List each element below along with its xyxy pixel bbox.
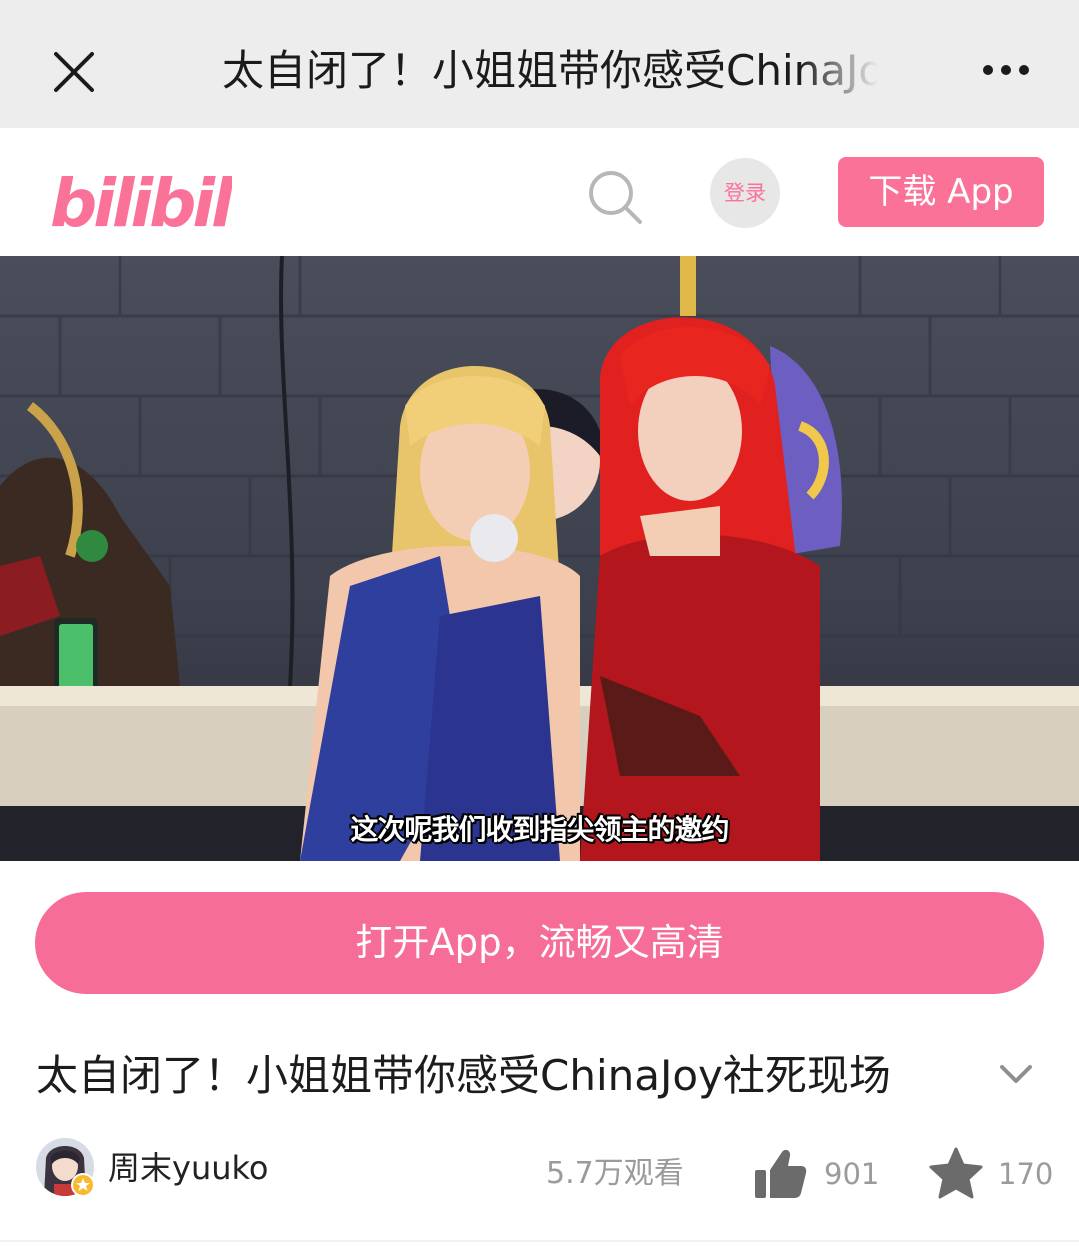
author-name[interactable]: 周末yuuko xyxy=(108,1148,268,1188)
wechat-top-bar: 太自闭了！小姐姐带你感受ChinaJoy社死现场 xyxy=(0,0,1079,128)
bilibili-logo-icon: bilibili xyxy=(50,165,258,242)
video-frame-image xyxy=(0,256,1079,861)
view-count: 5.7万观看 xyxy=(546,1156,684,1191)
search-icon xyxy=(589,171,642,224)
favorite-count: 170 xyxy=(998,1157,1054,1191)
close-button[interactable] xyxy=(44,42,104,102)
more-dots-icon xyxy=(983,65,1029,75)
verified-badge-icon xyxy=(71,1173,95,1197)
more-button[interactable] xyxy=(976,52,1036,88)
open-app-button[interactable]: 打开App，流畅又高清 xyxy=(35,892,1044,994)
video-player[interactable] xyxy=(0,256,1079,861)
login-button[interactable]: 登录 xyxy=(710,158,780,228)
author-avatar[interactable] xyxy=(36,1138,95,1197)
star-icon xyxy=(929,1147,983,1199)
svg-text:bilibili: bilibili xyxy=(50,165,232,236)
site-header: bilibili 登录 下载 App xyxy=(0,128,1079,256)
bilibili-logo[interactable]: bilibili xyxy=(50,150,258,242)
video-subtitle: 这次呢我们收到指尖领主的邀约 xyxy=(350,813,729,846)
favorite-button[interactable] xyxy=(928,1146,984,1202)
page-title: 太自闭了！小姐姐带你感受ChinaJoy社死现场 xyxy=(222,46,878,95)
video-title: 太自闭了！小姐姐带你感受ChinaJoy社死现场 xyxy=(36,1051,891,1100)
chevron-down-icon xyxy=(1000,1065,1032,1083)
expand-title-button[interactable] xyxy=(994,1052,1038,1096)
close-icon xyxy=(54,52,94,92)
thumbs-up-icon xyxy=(755,1149,807,1198)
like-count: 901 xyxy=(824,1157,880,1191)
like-button[interactable] xyxy=(752,1146,808,1202)
download-app-button[interactable]: 下载 App xyxy=(838,157,1044,227)
divider xyxy=(0,1240,1079,1242)
search-button[interactable] xyxy=(584,166,646,228)
